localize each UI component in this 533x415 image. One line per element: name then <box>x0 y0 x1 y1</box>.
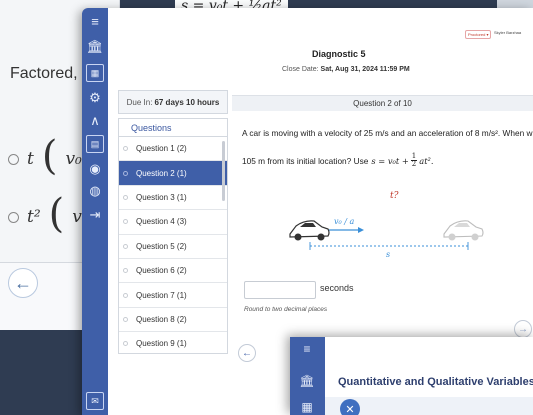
question-text-line-1: A car is moving with a velocity of 25 m/… <box>242 128 533 138</box>
answer-input[interactable] <box>244 281 316 299</box>
status-dot-icon <box>123 219 128 225</box>
next-question-button[interactable]: → <box>514 320 532 338</box>
distance-label: s <box>386 250 390 259</box>
question-label: Question 9 (1) <box>136 339 187 349</box>
motion-diagram: t? v₀ / a s <box>289 191 484 259</box>
close-date: Close Date: Sat, Aug 31, 2024 11:59 PM <box>282 66 410 73</box>
motion-formula: s = v₀t + 1 2 at². <box>371 153 433 168</box>
institution-icon[interactable]: 🏛 <box>86 38 104 56</box>
option-a-text: t <box>27 149 34 169</box>
close-date-value: Sat, Aug 31, 2024 11:59 PM <box>320 66 410 73</box>
fraction-denominator: 2 <box>411 160 417 168</box>
question-label: Question 8 (2) <box>136 314 187 324</box>
question-list-item-7[interactable]: Question 7 (1) <box>119 283 227 308</box>
answer-unit: seconds <box>320 283 354 293</box>
chat-icon[interactable]: ◍ <box>86 182 104 200</box>
document-icon[interactable]: ▤ <box>86 135 104 153</box>
status-dot-icon <box>123 316 128 322</box>
due-label: Due In: <box>126 97 153 107</box>
question-counter: Question 2 of 10 <box>232 95 533 111</box>
previous-question-button[interactable]: ← <box>238 344 256 362</box>
questions-panel: Questions Question 1 (2) Question 2 (1) … <box>118 118 228 354</box>
velocity-label: v₀ / a <box>334 217 355 226</box>
due-value: 67 days 10 hours <box>154 97 220 107</box>
question-label: Question 6 (2) <box>136 266 187 276</box>
radio-option-a[interactable] <box>8 153 19 165</box>
close-date-label: Close Date: <box>282 66 319 73</box>
factored-label: Factored, tl <box>10 65 91 82</box>
formula-lhs: s = v₀t + <box>371 155 409 166</box>
back-arrow-icon[interactable]: ← <box>8 268 38 298</box>
question-label: Question 3 (1) <box>136 192 187 202</box>
chart-icon[interactable]: ∧ <box>86 112 104 130</box>
mail-icon[interactable]: ✉ <box>86 392 104 410</box>
car-end-icon <box>443 220 484 241</box>
option-a[interactable]: t ( v₀ <box>8 136 82 176</box>
user-name[interactable]: Skyler Barzhaa <box>494 30 521 35</box>
gradebook-icon[interactable]: ▦ <box>86 64 104 82</box>
question-text-line-2: 105 m from its initial location? Use s =… <box>242 153 434 168</box>
eye-icon[interactable]: ◉ <box>86 160 104 178</box>
proctored-badge[interactable]: Proctored ▾ <box>465 30 492 39</box>
question-text-prefix: 105 m from its initial location? Use <box>242 155 369 166</box>
formula-fraction: 1 2 <box>410 153 418 168</box>
questions-scrollbar[interactable] <box>222 141 225 201</box>
status-dot-icon <box>123 170 128 176</box>
question-list-item-9[interactable]: Question 9 (1) <box>119 332 227 353</box>
radio-option-b[interactable] <box>8 211 19 223</box>
lesson-title: Quantitative and Qualitative Variables <box>338 376 533 388</box>
formula-rhs: at². <box>419 155 434 166</box>
question-list-item-1[interactable]: Question 1 (2) <box>119 137 227 162</box>
status-dot-icon <box>123 292 128 298</box>
question-list-item-2[interactable]: Question 2 (1) <box>119 161 227 186</box>
questions-heading: Questions <box>119 119 227 137</box>
option-a-inner: v₀ <box>65 149 82 169</box>
menu-icon[interactable]: ≡ <box>299 341 315 357</box>
status-dot-icon <box>123 146 128 152</box>
paren-icon: ( <box>41 133 58 179</box>
rounding-hint: Round to two decimal places <box>244 306 328 313</box>
question-label: Question 1 (2) <box>136 144 187 154</box>
car-start-icon <box>289 220 330 241</box>
front-lesson-card: ≡ 🏛 ▦ Quantitative and Qualitative Varia… <box>290 337 533 415</box>
status-dot-icon <box>123 194 128 200</box>
question-list-item-3[interactable]: Question 3 (1) <box>119 186 227 211</box>
question-list-item-8[interactable]: Question 8 (2) <box>119 308 227 333</box>
menu-icon[interactable]: ≡ <box>86 12 104 30</box>
time-label: t? <box>390 191 399 201</box>
status-dot-icon <box>123 341 128 347</box>
status-dot-icon <box>123 268 128 274</box>
question-label: Question 2 (1) <box>136 168 187 178</box>
question-label: Question 4 (3) <box>136 217 187 227</box>
gradebook-icon[interactable]: ▦ <box>299 399 315 415</box>
option-b-text: t² <box>27 207 41 227</box>
question-list-item-6[interactable]: Question 6 (2) <box>119 259 227 284</box>
tools-icon[interactable]: ✕ <box>340 399 360 415</box>
assignment-title: Diagnostic 5 <box>312 49 366 59</box>
option-b[interactable]: t² ( v₀ <box>8 194 89 234</box>
question-label: Question 5 (2) <box>136 241 187 251</box>
velocity-arrowhead <box>358 227 364 233</box>
side-nav: ≡ 🏛 ▦ ⚙ ∧ ▤ ◉ ◍ ⇥ ✉ <box>82 8 108 415</box>
question-list-item-5[interactable]: Question 5 (2) <box>119 235 227 259</box>
export-icon[interactable]: ⇥ <box>86 206 104 224</box>
front-side-nav: ≡ 🏛 ▦ <box>290 337 325 415</box>
institution-icon[interactable]: 🏛 <box>299 373 315 389</box>
paren-icon: ( <box>48 191 65 237</box>
question-list-item-4[interactable]: Question 4 (3) <box>119 210 227 235</box>
due-in-box: Due In: 67 days 10 hours <box>118 90 228 114</box>
question-label: Question 7 (1) <box>136 290 187 300</box>
settings-gear-icon[interactable]: ⚙ <box>86 89 104 107</box>
status-dot-icon <box>123 243 128 249</box>
